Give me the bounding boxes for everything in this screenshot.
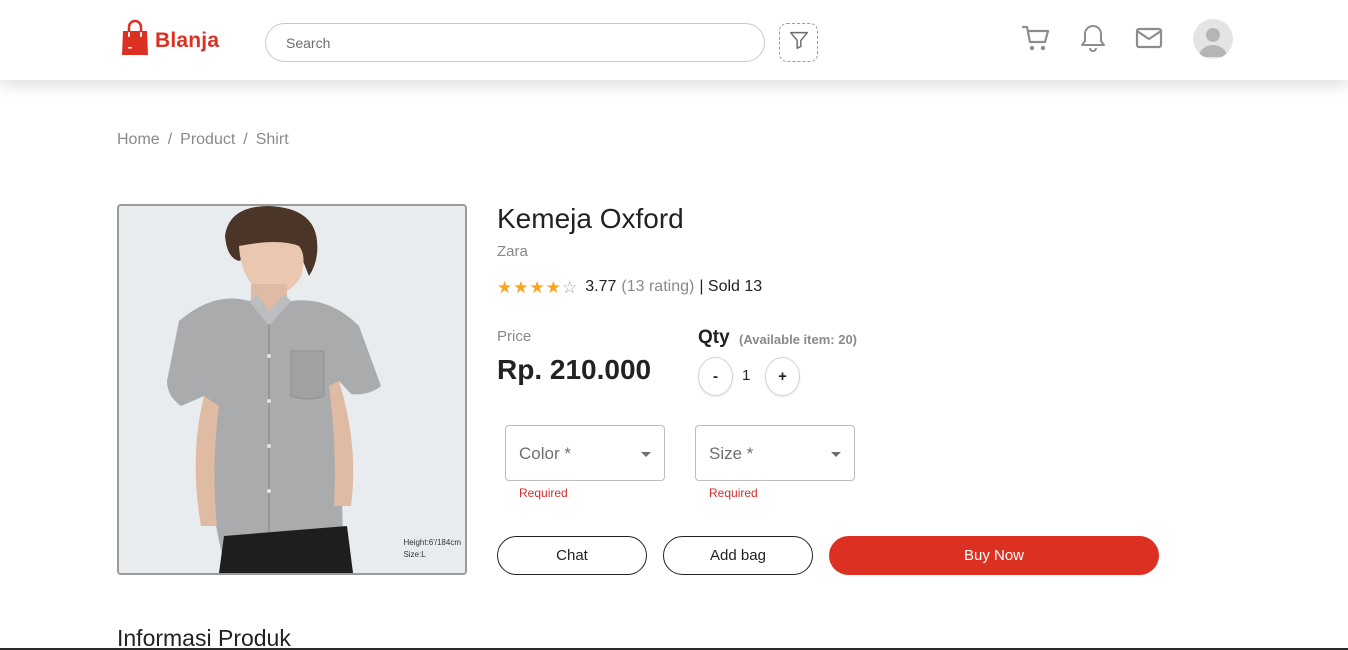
logo[interactable]: Blanja xyxy=(121,19,219,62)
cart-icon xyxy=(1021,23,1051,58)
product-title: Kemeja Oxford xyxy=(497,203,684,234)
breadcrumb-home[interactable]: Home xyxy=(117,131,160,149)
price-label: Price xyxy=(497,328,532,345)
qty-value[interactable]: 1 xyxy=(742,367,750,384)
product-photo xyxy=(119,206,465,573)
qty-available: (Available item: 20) xyxy=(739,332,858,347)
mail-button[interactable] xyxy=(1133,24,1165,56)
rating-value: 3.77 xyxy=(585,278,617,295)
search-input[interactable] xyxy=(265,23,765,62)
color-select-label: Color * xyxy=(519,444,571,463)
image-caption-size: Size:L xyxy=(403,550,426,559)
chat-button[interactable]: Chat xyxy=(497,536,647,575)
shopping-bag-icon xyxy=(121,19,149,62)
size-select-label: Size * xyxy=(709,444,754,463)
product-image: Height:6'/184cm Size:L xyxy=(117,204,467,575)
star-filled-icon: ★ xyxy=(513,277,529,297)
star-empty-icon: ☆ xyxy=(562,277,578,297)
filter-icon xyxy=(788,29,810,56)
add-bag-button[interactable]: Add bag xyxy=(663,536,813,575)
cart-button[interactable] xyxy=(1020,24,1052,56)
product-brand: Zara xyxy=(497,243,528,260)
rating-stars: ★ ★ ★ ★ ☆ xyxy=(497,279,577,296)
filter-button[interactable] xyxy=(779,23,818,62)
user-icon xyxy=(1199,28,1227,57)
dropdown-arrow-icon xyxy=(641,452,651,457)
mail-icon xyxy=(1134,25,1164,56)
sold-count: | Sold 13 xyxy=(699,278,763,295)
dropdown-arrow-icon xyxy=(831,452,841,457)
breadcrumb-separator: / xyxy=(243,131,248,148)
size-required-text: Required xyxy=(709,486,758,500)
avatar[interactable] xyxy=(1193,19,1233,59)
buy-now-button[interactable]: Buy Now xyxy=(829,536,1159,575)
qty-label: Qty xyxy=(698,327,730,348)
image-caption: Height:6'/184cm Size:L xyxy=(403,537,461,561)
rating: ★ ★ ★ ★ ☆ 3.77 (13 rating) | Sold 13 xyxy=(497,278,762,296)
rating-count: (13 rating) xyxy=(621,278,695,295)
qty-increment-button[interactable]: + xyxy=(765,357,800,396)
breadcrumb: Home / Product / Shirt xyxy=(117,131,289,149)
color-select[interactable]: Color * xyxy=(505,425,665,481)
notification-button[interactable] xyxy=(1077,24,1109,56)
color-required-text: Required xyxy=(519,486,568,500)
star-filled-icon: ★ xyxy=(529,277,545,297)
price-value: Rp. 210.000 xyxy=(497,354,652,385)
breadcrumb-product[interactable]: Product xyxy=(180,131,235,149)
size-select[interactable]: Size * xyxy=(695,425,855,481)
breadcrumb-separator: / xyxy=(167,131,173,148)
breadcrumb-shirt[interactable]: Shirt xyxy=(256,131,289,149)
navbar: Blanja xyxy=(0,0,1348,80)
qty-decrement-button[interactable]: - xyxy=(698,357,733,396)
image-caption-height: Height:6'/184cm xyxy=(403,538,461,547)
star-filled-icon: ★ xyxy=(497,277,513,297)
bell-icon xyxy=(1079,23,1107,58)
logo-text: Blanja xyxy=(155,28,220,52)
star-filled-icon: ★ xyxy=(545,277,561,297)
product-info-heading: Informasi Produk xyxy=(117,625,291,650)
